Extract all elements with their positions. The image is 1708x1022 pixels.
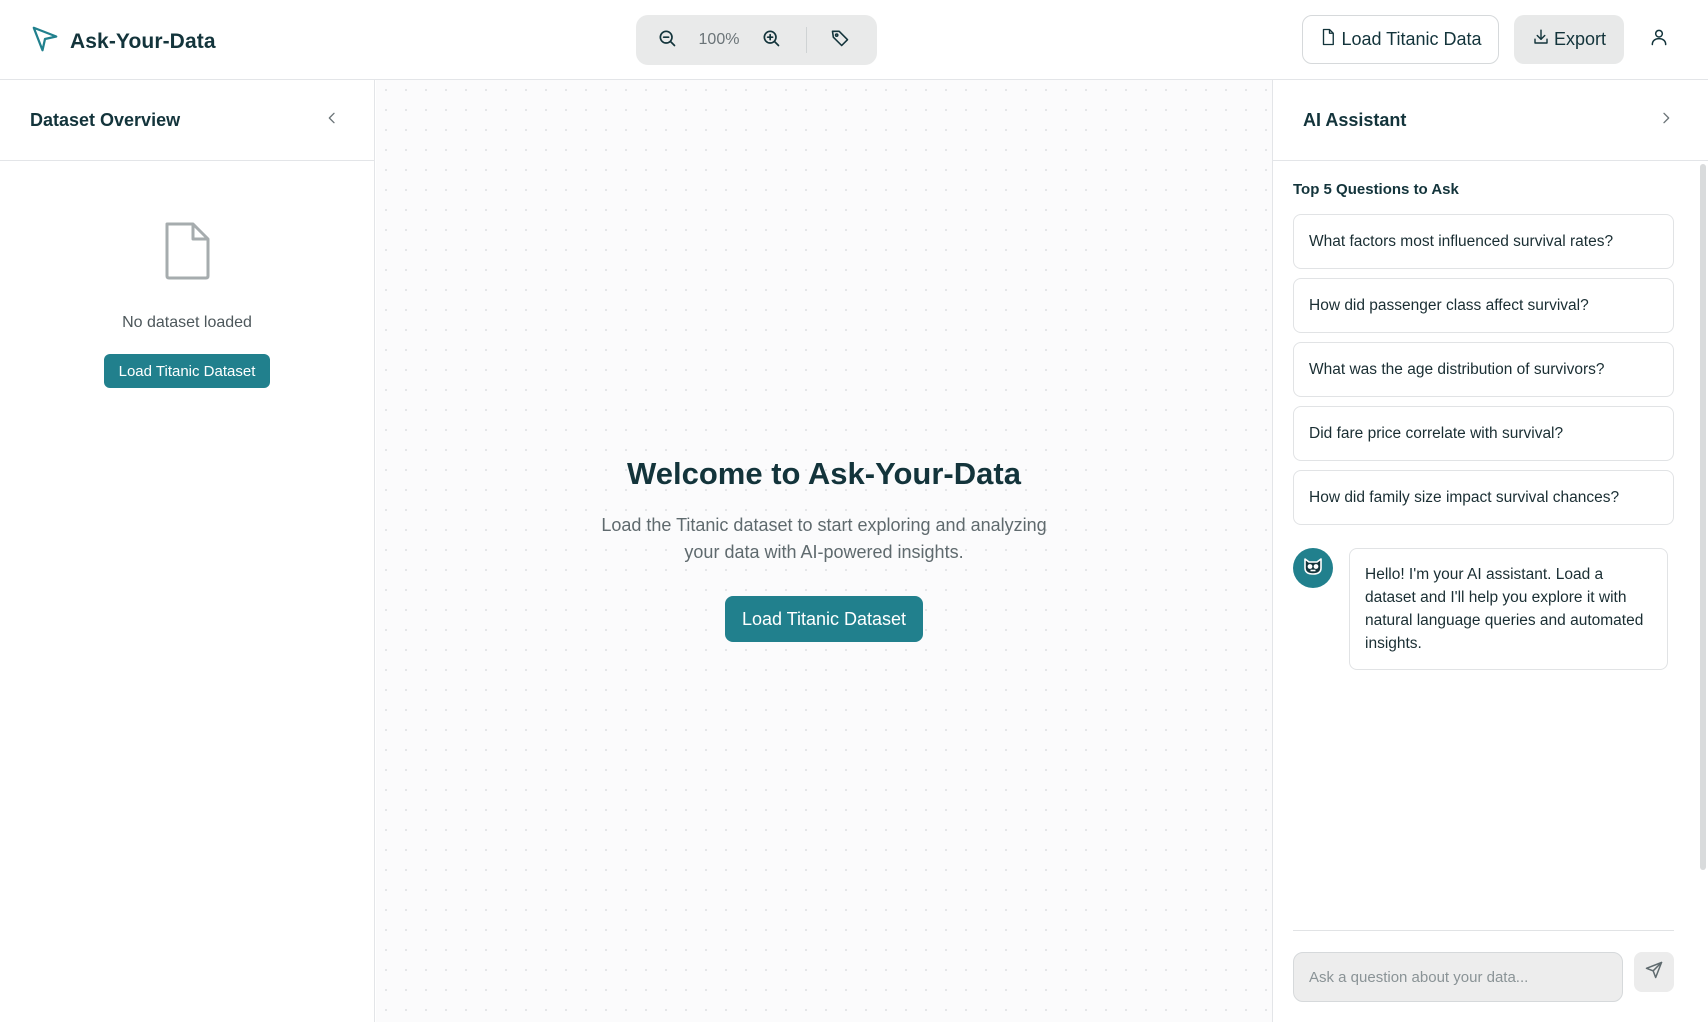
ai-assistant-title: AI Assistant bbox=[1303, 109, 1407, 130]
dataset-overview-header: Dataset Overview bbox=[0, 80, 374, 161]
user-icon bbox=[1649, 27, 1669, 52]
chevron-right-icon bbox=[1658, 110, 1674, 131]
robot-face-icon bbox=[1301, 554, 1325, 583]
export-label: Export bbox=[1553, 29, 1607, 49]
tag-button[interactable] bbox=[821, 21, 859, 59]
export-button[interactable]: Export bbox=[1514, 15, 1624, 64]
collapse-left-panel-button[interactable] bbox=[320, 108, 344, 132]
welcome-description: Load the Titanic dataset to start explor… bbox=[601, 515, 1047, 562]
suggested-question[interactable]: How did passenger class affect survival? bbox=[1293, 278, 1674, 333]
download-icon bbox=[1532, 28, 1550, 51]
assistant-scrollbar[interactable] bbox=[1700, 164, 1706, 870]
zoom-level: 100% bbox=[698, 31, 740, 48]
assistant-greeting-bubble: Hello! I'm your AI assistant. Load a dat… bbox=[1349, 548, 1668, 670]
chat-question-input[interactable] bbox=[1293, 952, 1623, 1002]
load-titanic-dataset-button-main[interactable]: Load Titanic Dataset bbox=[725, 596, 923, 642]
suggested-questions-list: What factors most influenced survival ra… bbox=[1293, 214, 1674, 534]
send-icon bbox=[1644, 960, 1664, 985]
collapse-right-panel-button[interactable] bbox=[1654, 108, 1678, 132]
assistant-avatar bbox=[1293, 548, 1333, 588]
main-canvas: Welcome to Ask-Your-Data Load the Titani… bbox=[376, 80, 1272, 1022]
zoom-in-icon bbox=[761, 28, 781, 53]
suggested-questions-title: Top 5 Questions to Ask bbox=[1293, 181, 1459, 198]
suggested-question[interactable]: Did fare price correlate with survival? bbox=[1293, 406, 1674, 461]
ai-assistant-header: AI Assistant bbox=[1273, 80, 1708, 161]
assistant-message: Hello! I'm your AI assistant. Load a dat… bbox=[1293, 548, 1668, 670]
load-titanic-dataset-button-sidebar[interactable]: Load Titanic Dataset bbox=[103, 354, 271, 388]
top-header: Ask-Your-Data 100% Load Titanic Data Exp… bbox=[0, 0, 1708, 80]
tag-icon bbox=[830, 28, 850, 53]
app-logo: Ask-Your-Data bbox=[30, 24, 216, 59]
zoom-in-button[interactable] bbox=[752, 21, 790, 59]
app-title: Ask-Your-Data bbox=[70, 29, 216, 53]
zoom-out-button[interactable] bbox=[648, 21, 686, 59]
dataset-overview-title: Dataset Overview bbox=[30, 109, 181, 130]
send-message-button[interactable] bbox=[1634, 952, 1674, 992]
chevron-left-icon bbox=[324, 110, 340, 131]
no-dataset-text: No dataset loaded bbox=[122, 314, 252, 331]
load-titanic-data-label: Load Titanic Data bbox=[1341, 29, 1482, 49]
suggested-question[interactable]: What factors most influenced survival ra… bbox=[1293, 214, 1674, 269]
user-profile-button[interactable] bbox=[1644, 24, 1674, 54]
welcome-title: Welcome to Ask-Your-Data bbox=[627, 456, 1021, 491]
send-arrow-logo-icon bbox=[30, 24, 60, 59]
load-titanic-data-button[interactable]: Load Titanic Data bbox=[1302, 15, 1499, 64]
zoom-out-icon bbox=[657, 28, 677, 53]
ai-assistant-panel: AI Assistant Top 5 Questions to Ask What… bbox=[1272, 80, 1708, 1022]
toolbar-divider bbox=[806, 27, 807, 53]
zoom-toolbar: 100% bbox=[636, 15, 877, 65]
dataset-overview-panel: Dataset Overview No dataset loaded Load … bbox=[0, 80, 375, 1022]
chat-divider bbox=[1293, 930, 1674, 931]
suggested-question[interactable]: What was the age distribution of survivo… bbox=[1293, 342, 1674, 397]
file-icon bbox=[1319, 28, 1337, 51]
suggested-question[interactable]: How did family size impact survival chan… bbox=[1293, 470, 1674, 525]
empty-document-icon bbox=[161, 221, 213, 286]
empty-dataset-state: No dataset loaded Load Titanic Dataset bbox=[0, 161, 374, 388]
welcome-section: Welcome to Ask-Your-Data Load the Titani… bbox=[376, 456, 1272, 642]
